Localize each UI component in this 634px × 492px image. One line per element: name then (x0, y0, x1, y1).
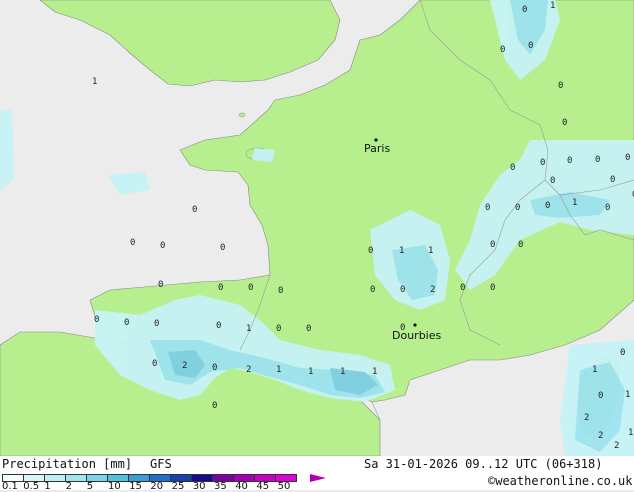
precip-value-label: 2 (584, 413, 589, 423)
precip-value-label: 2 (246, 365, 251, 375)
precip-value-label: 0 (220, 243, 225, 253)
legend-title: Precipitation [mm] (2, 457, 133, 471)
precip-value-label: 0 (370, 285, 375, 295)
model-name: GFS (150, 457, 172, 471)
precip-value-label: 1 (592, 365, 597, 375)
precip-value-label: 0 (515, 203, 520, 213)
precip-value-label: 0 (130, 238, 135, 248)
precip-value-label: 0 (528, 41, 533, 51)
city-label-dourbies: Dourbies (392, 329, 442, 342)
precip-value-label: 0 (94, 315, 99, 325)
precip-value-label: 0 (400, 285, 405, 295)
legend-tick-label: 40 (235, 481, 248, 492)
legend-tick-label: 25 (171, 481, 185, 492)
precip-value-label: 0 (545, 201, 550, 211)
legend-tick-label: 0.1 (2, 481, 18, 492)
precip-value-label: 0 (248, 283, 253, 293)
precip-value-label: 1 (372, 367, 377, 377)
legend-tick-label: 0.5 (23, 481, 40, 492)
precip-value-label: 0 (605, 203, 610, 213)
precip-value-label: 0 (152, 359, 157, 369)
precip-value-label: 0 (598, 391, 603, 401)
legend-tick-label: 1 (44, 481, 51, 492)
precip-value-label: 0 (540, 158, 545, 168)
precip-value-label: 1 (246, 324, 251, 334)
legend-tick-label: 10 (108, 481, 121, 492)
legend-tick-label: 30 (192, 481, 206, 492)
precip-value-label: 2 (598, 431, 603, 441)
precip-value-label: 0 (160, 241, 165, 251)
precip-value-label: 0 (625, 153, 630, 163)
legend-tick-label: 35 (214, 481, 227, 492)
precip-value-label: 1 (340, 367, 345, 377)
precip-value-label: 0 (460, 283, 465, 293)
precip-value-label: 0 (490, 240, 495, 250)
precip-value-label: 2 (430, 285, 435, 295)
precipitation-map: 0 1 0 0 1 0 0 0 0 0 0 0 0 0 1 0 0 0 0 0 0 0 0 0 0 0 0 0 0 0 0 1 1 0 0 2 0 0 0 0… (0, 0, 634, 456)
precip-value-label: 1 (550, 1, 555, 11)
precip-value-label: 0 (218, 283, 223, 293)
precip-value-label: 1 (572, 198, 577, 208)
precip-value-label: 0 (522, 5, 527, 15)
precip-value-label: 0 (620, 348, 625, 358)
precip-value-label: 0 (510, 163, 515, 173)
precip-value-label: 0 (490, 283, 495, 293)
precip-value-label: 0 (278, 286, 283, 296)
precip-value-label: 0 (212, 401, 217, 411)
precip-value-label: 1 (625, 390, 630, 400)
precip-value-label: 1 (399, 246, 404, 256)
precip-value-label: 2 (614, 441, 619, 451)
precip-value-label: 0 (500, 45, 505, 55)
credit-link[interactable]: ©weatheronline.co.uk (488, 474, 633, 488)
precip-value-label: 0 (562, 118, 567, 128)
precip-value-label: 0 (485, 203, 490, 213)
legend-tick-label: 2 (65, 481, 72, 492)
legend-tick-label: 15 (129, 481, 142, 492)
precip-value-label: 0 (276, 324, 281, 334)
precip-value-label: 0 (368, 246, 373, 256)
precip-value-label: 0 (550, 176, 555, 186)
precip-value-label: 0 (154, 319, 159, 329)
precip-value-label: 1 (308, 367, 313, 377)
precip-value-label: 0 (216, 321, 221, 331)
city-label-paris: Paris (364, 142, 390, 155)
precip-value-label: 0 (558, 81, 563, 91)
precip-value-label: 1 (276, 365, 281, 375)
valid-time: Sa 31-01-2026 09..12 UTC (06+318) (364, 457, 603, 471)
precip-value-label: 2 (182, 361, 187, 371)
precip-value-label: 1 (628, 428, 633, 438)
precip-value-label: 0 (610, 175, 615, 185)
precip-value-label: 1 (92, 77, 97, 87)
precip-value-label: 0 (518, 240, 523, 250)
precip-value-label: 0 (306, 324, 311, 334)
precip-value-label: 1 (428, 246, 433, 256)
precip-value-label: 0 (212, 363, 217, 373)
precip-value-label: 0 (158, 280, 163, 290)
legend-arrow (310, 474, 326, 482)
precip-value-label: 0 (124, 318, 129, 328)
legend-tick-label: 5 (86, 481, 94, 492)
precip-value-label: 0 (192, 205, 197, 215)
legend-tick-label: 20 (150, 481, 164, 492)
precip-value-label: 0 (567, 156, 572, 166)
legend-tick-label: 45 (256, 481, 270, 492)
precip-value-label: 0 (595, 155, 600, 165)
legend-tick-label: 50 (277, 481, 291, 492)
footer: Precipitation [mm] GFS Sa 31-01-2026 09.… (0, 456, 634, 490)
